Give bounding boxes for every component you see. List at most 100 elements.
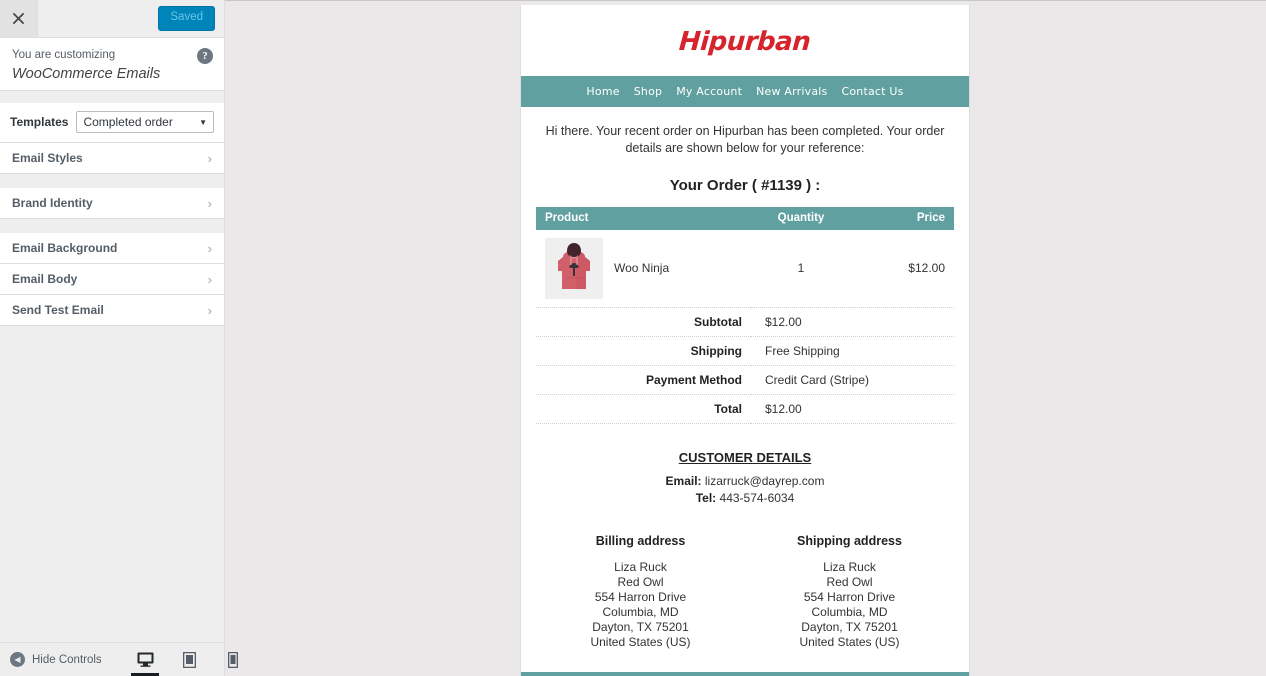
- customer-tel-line: Tel: 443-574-6034: [536, 490, 954, 506]
- totals-label: Shipping: [536, 336, 751, 366]
- customizer-sidebar: Saved You are customizing WooCommerce Em…: [0, 0, 238, 676]
- customer-tel-label: Tel:: [695, 490, 717, 505]
- chevron-right-icon: ›: [207, 195, 212, 211]
- address-line: 554 Harron Drive: [803, 590, 896, 605]
- email-body: Hi there. Your recent order on Hipurban …: [521, 107, 969, 672]
- sidebar-item-label: Email Background: [12, 241, 118, 255]
- customizer-bottombar: ◀ Hide Controls: [0, 642, 238, 676]
- desktop-icon[interactable]: [130, 643, 160, 676]
- nav-link-shop[interactable]: Shop: [634, 85, 662, 98]
- device-preview-group: [130, 643, 248, 676]
- chevron-right-icon: ›: [207, 271, 212, 287]
- totals-label: Payment Method: [536, 365, 751, 395]
- nav-link-contact-us[interactable]: Contact Us: [841, 85, 903, 98]
- chevron-right-icon: ›: [207, 150, 212, 166]
- template-select[interactable]: Completed order ▼: [76, 111, 214, 133]
- close-icon[interactable]: [0, 0, 38, 37]
- customer-email-label: Email:: [665, 473, 702, 488]
- sidebar-item-label: Send Test Email: [12, 303, 104, 317]
- address-line: Dayton, TX 75201: [801, 620, 898, 635]
- totals-row-payment-method: Payment Method Credit Card (Stripe): [536, 365, 954, 395]
- totals-value: $12.00: [751, 307, 954, 337]
- email-preview: Hipurban Home Shop My Account New Arrivals C…: [520, 5, 970, 676]
- chevron-right-icon: ›: [207, 302, 212, 318]
- mobile-icon[interactable]: [218, 643, 248, 676]
- sidebar-item-email-styles[interactable]: Email Styles ›: [0, 143, 224, 174]
- addresses-block: Billing address Liza Ruck Red Owl 554 Ha…: [536, 534, 954, 672]
- sidebar-item-send-test-email[interactable]: Send Test Email ›: [0, 295, 224, 326]
- customer-email-line: Email: lizarruck@dayrep.com: [536, 473, 954, 489]
- billing-address-title: Billing address: [595, 534, 686, 549]
- help-icon[interactable]: ?: [197, 48, 213, 64]
- table-row: Woo Ninja 1 $12.00: [536, 229, 954, 308]
- collapse-arrow-icon: ◀: [10, 652, 25, 667]
- totals-row-subtotal: Subtotal $12.00: [536, 307, 954, 337]
- brand-logo: Hipurban: [678, 27, 812, 57]
- totals-value: Credit Card (Stripe): [751, 365, 954, 395]
- nav-link-my-account[interactable]: My Account: [676, 85, 742, 98]
- cell-product: Woo Ninja: [536, 229, 751, 308]
- tablet-icon[interactable]: [174, 643, 204, 676]
- sidebar-item-label: Email Body: [12, 272, 78, 286]
- hide-controls-button[interactable]: ◀ Hide Controls: [0, 652, 102, 667]
- chevron-down-icon: ▼: [199, 117, 207, 127]
- sidebar-item-email-body[interactable]: Email Body ›: [0, 264, 224, 295]
- totals-label: Subtotal: [536, 307, 751, 337]
- address-line: Columbia, MD: [811, 605, 888, 620]
- column-header-price: Price: [851, 206, 954, 230]
- sidebar-gap-top: [0, 91, 224, 103]
- address-line: Columbia, MD: [602, 605, 679, 620]
- sidebar-separator-2: [0, 219, 224, 233]
- customizing-info: You are customizing WooCommerce Emails ?: [0, 38, 224, 91]
- shipping-address: Shipping address Liza Ruck Red Owl 554 H…: [745, 534, 954, 650]
- order-title: Your Order ( #1139 ) :: [669, 176, 821, 194]
- template-select-value: Completed order: [83, 115, 173, 129]
- sidebar-item-label: Brand Identity: [12, 196, 93, 210]
- totals-row-shipping: Shipping Free Shipping: [536, 336, 954, 366]
- order-totals-table: Subtotal $12.00 Shipping Free Shipping P…: [536, 307, 954, 424]
- totals-value: Free Shipping: [751, 336, 954, 366]
- intro-text: Hi there. Your recent order on Hipurban …: [545, 124, 945, 155]
- totals-row-total: Total $12.00: [536, 394, 954, 424]
- customizer-screen: Saved You are customizing WooCommerce Em…: [0, 0, 1266, 676]
- social-bar: [521, 672, 969, 676]
- customer-details-title: CUSTOMER DETAILS: [678, 449, 812, 465]
- shipping-address-title: Shipping address: [797, 534, 902, 549]
- email-header: Hipurban: [521, 5, 969, 76]
- totals-label: Total: [536, 394, 751, 424]
- cell-price: $12.00: [851, 229, 954, 308]
- customizer-topbar: Saved: [0, 0, 224, 38]
- address-line: Dayton, TX 75201: [592, 620, 689, 635]
- address-line: United States (US): [799, 635, 900, 650]
- table-header-row: Product Quantity Price: [536, 206, 954, 230]
- preview-area: Hipurban Home Shop My Account New Arrivals C…: [225, 0, 1266, 676]
- column-header-product: Product: [536, 206, 751, 230]
- cell-quantity: 1: [751, 229, 851, 308]
- sidebar-separator-1: [0, 174, 224, 188]
- address-line: Liza Ruck: [823, 560, 876, 575]
- order-items-table: Product Quantity Price Woo Ninja 1 $12.0…: [536, 206, 954, 308]
- templates-label: Templates: [10, 115, 69, 129]
- address-line: 554 Harron Drive: [594, 590, 687, 605]
- column-header-quantity: Quantity: [751, 206, 851, 230]
- save-button[interactable]: Saved: [158, 6, 215, 31]
- nav-link-new-arrivals[interactable]: New Arrivals: [756, 85, 827, 98]
- chevron-right-icon: ›: [207, 240, 212, 256]
- address-line: Red Owl: [617, 575, 664, 590]
- customizing-title: WooCommerce Emails: [12, 66, 161, 83]
- customer-tel-value: 443-574-6034: [719, 490, 795, 505]
- billing-address: Billing address Liza Ruck Red Owl 554 Ha…: [536, 534, 745, 650]
- address-line: Liza Ruck: [614, 560, 667, 575]
- customer-email-value: lizarruck@dayrep.com: [704, 473, 825, 488]
- sidebar-item-label: Email Styles: [12, 151, 83, 165]
- product-name: Woo Ninja: [614, 261, 670, 276]
- sidebar-item-brand-identity[interactable]: Brand Identity ›: [0, 188, 224, 219]
- sidebar-item-email-background[interactable]: Email Background ›: [0, 233, 224, 264]
- product-thumbnail: [545, 237, 603, 299]
- email-nav: Home Shop My Account New Arrivals Contact Us: [521, 76, 969, 107]
- totals-value: $12.00: [751, 394, 954, 424]
- nav-link-home[interactable]: Home: [586, 85, 619, 98]
- customizing-label: You are customizing: [12, 49, 116, 61]
- address-line: Red Owl: [826, 575, 873, 590]
